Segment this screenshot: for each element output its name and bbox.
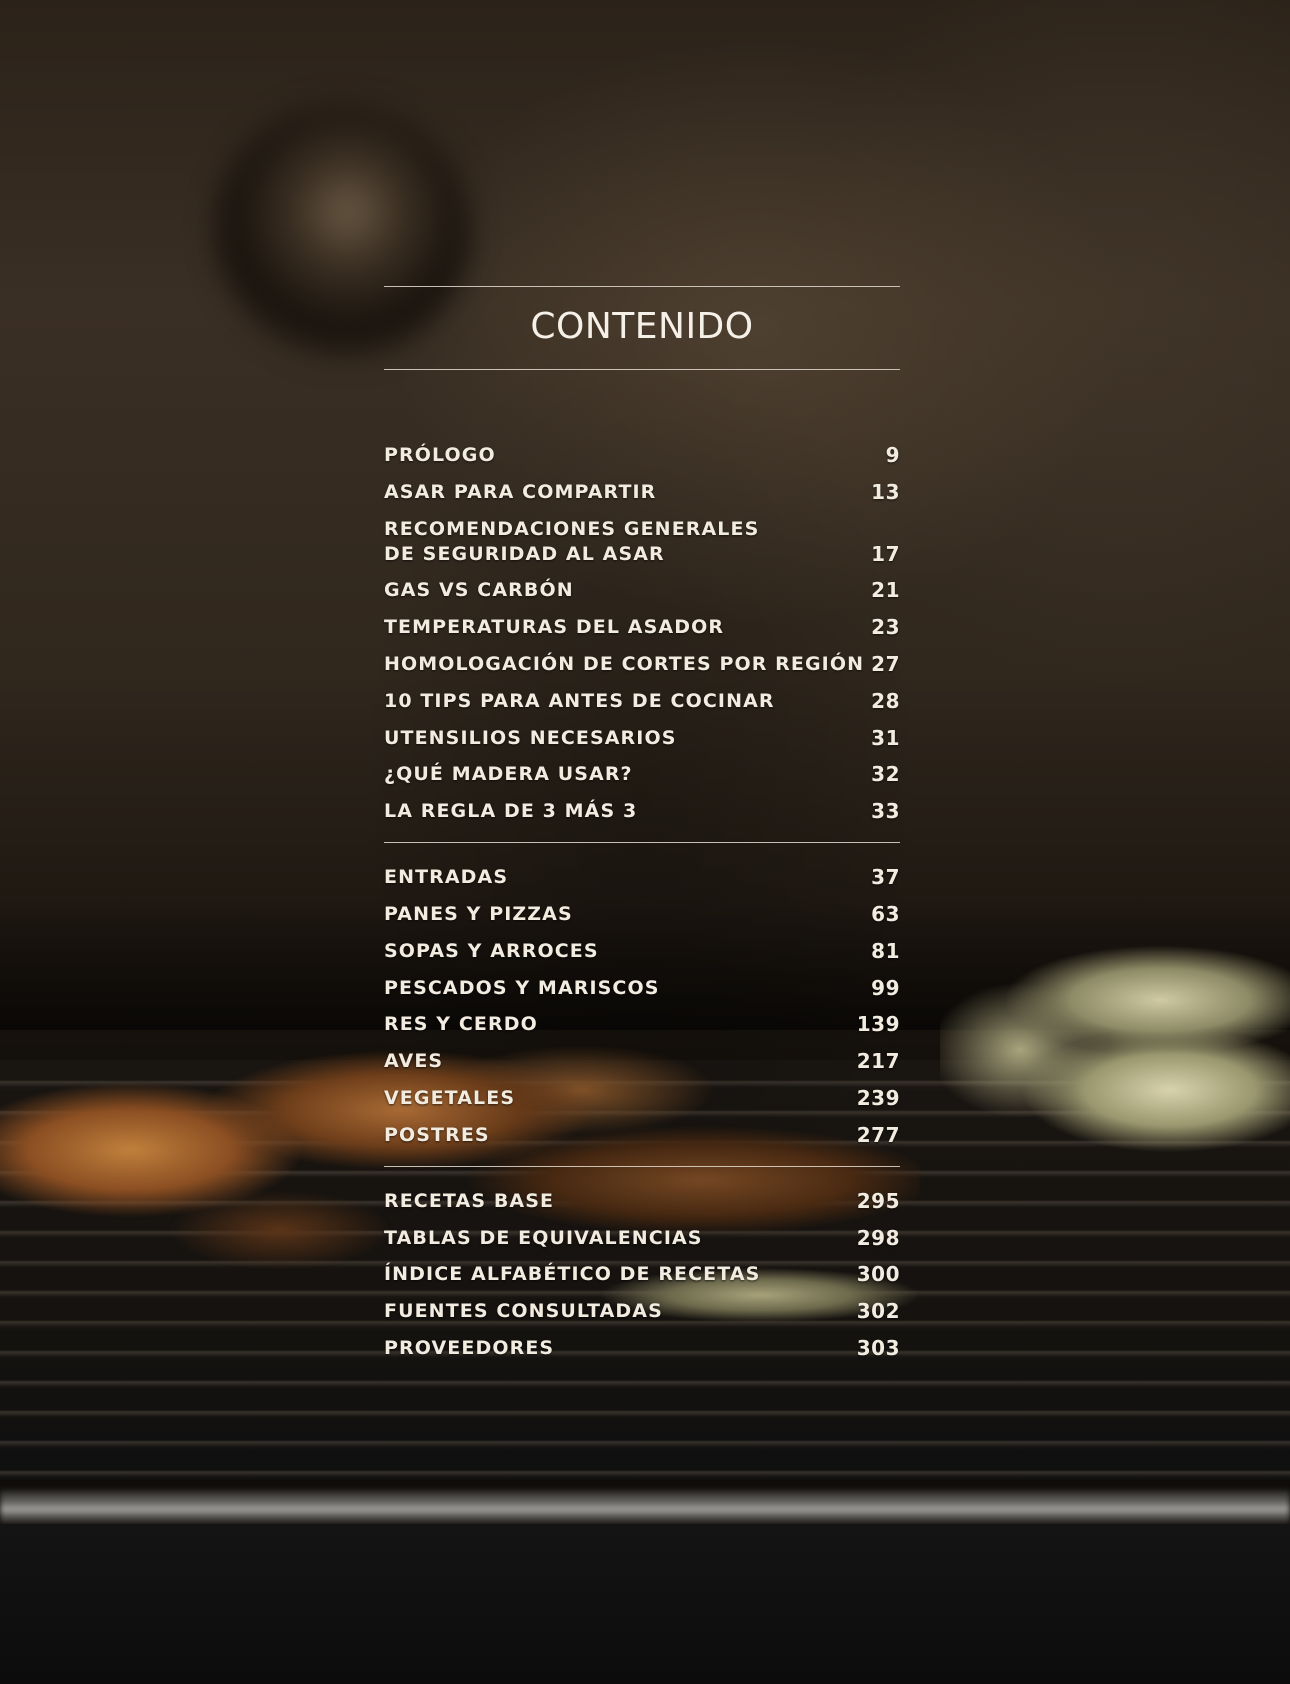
toc-entry-page: 303 [856,1335,900,1360]
toc-entry-page: 300 [856,1262,900,1287]
toc-entry[interactable]: AVES 217 [384,1049,900,1074]
toc-entry-label: RES Y CERDO [384,1013,538,1036]
toc-entry-label: GAS VS CARBÓN [384,579,574,602]
table-of-contents: CONTENIDO PRÓLOGO 9 ASAR PARA COMPARTIR 13… [384,286,900,1373]
toc-entry-label: PESCADOS Y MARISCOS [384,976,660,999]
toc-entry-label: LA REGLA DE 3 MÁS 3 [384,800,638,823]
toc-entry[interactable]: PROVEEDORES 303 [384,1336,900,1361]
section-divider [384,842,900,844]
toc-section-intro: PRÓLOGO 9 ASAR PARA COMPARTIR 13 RECOMENDA… [384,443,900,824]
toc-entry[interactable]: RECOMENDACIONES GENERALES DE SEGURIDAD A… [384,517,900,567]
toc-entry-page: 217 [856,1049,900,1074]
toc-entry[interactable]: VEGETALES 239 [384,1086,900,1111]
toc-entry-page: 13 [871,479,900,504]
toc-entry[interactable]: LA REGLA DE 3 MÁS 3 33 [384,799,900,824]
toc-entry[interactable]: RECETAS BASE 295 [384,1189,900,1214]
title-bottom-rule [384,369,900,370]
toc-entry-label: HOMOLOGACIÓN DE CORTES POR REGIÓN [384,652,865,675]
toc-entry-page: 139 [856,1012,900,1037]
toc-entry-page: 37 [871,865,900,890]
toc-section-recipes: ENTRADAS 37 PANES Y PIZZAS 63 SOPAS Y ARRO… [384,865,900,1148]
toc-entry-label: TEMPERATURAS DEL ASADOR [384,616,725,639]
toc-entry-label: UTENSILIOS NECESARIOS [384,726,677,749]
toc-entry-page: 17 [871,541,900,566]
toc-entry[interactable]: PRÓLOGO 9 [384,443,900,468]
toc-entry-label: RECOMENDACIONES GENERALES DE SEGURIDAD A… [384,517,760,565]
toc-entry[interactable]: ¿QUÉ MADERA USAR? 32 [384,762,900,787]
toc-entry-label: RECETAS BASE [384,1189,555,1212]
toc-entry[interactable]: ASAR PARA COMPARTIR 13 [384,480,900,505]
toc-entry-label: SOPAS Y ARROCES [384,939,599,962]
toc-entry-page: 239 [856,1085,900,1110]
toc-entry[interactable]: POSTRES 277 [384,1123,900,1148]
toc-entry[interactable]: RES Y CERDO 139 [384,1012,900,1037]
toc-entry-page: 21 [871,578,900,603]
toc-entry-page: 63 [871,901,900,926]
toc-entry[interactable]: TEMPERATURAS DEL ASADOR 23 [384,615,900,640]
toc-entry-page: 302 [856,1299,900,1324]
toc-entry-page: 277 [856,1122,900,1147]
toc-entry-label: 10 TIPS PARA ANTES DE COCINAR [384,689,775,712]
toc-entry[interactable]: SOPAS Y ARROCES 81 [384,939,900,964]
toc-entry-label: ASAR PARA COMPARTIR [384,480,657,503]
toc-entry[interactable]: ENTRADAS 37 [384,865,900,890]
toc-entry[interactable]: FUENTES CONSULTADAS 302 [384,1299,900,1324]
toc-entry[interactable]: HOMOLOGACIÓN DE CORTES POR REGIÓN 27 [384,652,900,677]
toc-entry-page: 99 [871,975,900,1000]
toc-entry-label: ¿QUÉ MADERA USAR? [384,763,633,786]
page-title: CONTENIDO [530,306,754,347]
grill-base [0,1524,1290,1684]
toc-entry-page: 298 [856,1225,900,1250]
toc-entry-label: AVES [384,1050,444,1073]
toc-entry-label: TABLAS DE EQUIVALENCIAS [384,1226,703,1249]
toc-entry-page: 32 [871,762,900,787]
pale-tortilla-chips [940,940,1290,1170]
toc-entry[interactable]: ÍNDICE ALFABÉTICO DE RECETAS 300 [384,1262,900,1287]
toc-entry-label: PRÓLOGO [384,444,496,466]
title-top-rule [384,286,900,287]
toc-entry-label: ÍNDICE ALFABÉTICO DE RECETAS [384,1263,761,1286]
grill-rail-highlight [0,1490,1290,1524]
toc-entry[interactable]: PANES Y PIZZAS 63 [384,902,900,927]
toc-entry-label: VEGETALES [384,1086,516,1109]
toc-entry-page: 28 [871,688,900,713]
toc-entry-page: 27 [871,651,900,676]
toc-entry-label: PANES Y PIZZAS [384,902,573,925]
toc-section-appendix: RECETAS BASE 295 TABLAS DE EQUIVALENCIAS 2… [384,1189,900,1361]
toc-entry[interactable]: 10 TIPS PARA ANTES DE COCINAR 28 [384,689,900,714]
toc-entry-label: ENTRADAS [384,866,509,889]
toc-entry-page: 23 [871,615,900,640]
toc-entry[interactable]: UTENSILIOS NECESARIOS 31 [384,726,900,751]
toc-entry-page: 295 [856,1188,900,1213]
toc-entry-page: 9 [885,443,900,467]
toc-entry-page: 31 [871,725,900,750]
toc-entry[interactable]: GAS VS CARBÓN 21 [384,578,900,603]
toc-entry-label: FUENTES CONSULTADAS [384,1300,663,1323]
toc-entry-label: POSTRES [384,1123,490,1146]
toc-entry-page: 81 [871,938,900,963]
toc-entry-label: PROVEEDORES [384,1336,555,1359]
section-divider [384,1165,900,1167]
toc-entry[interactable]: PESCADOS Y MARISCOS 99 [384,976,900,1001]
toc-entry-page: 33 [871,799,900,824]
toc-entry[interactable]: TABLAS DE EQUIVALENCIAS 298 [384,1226,900,1251]
